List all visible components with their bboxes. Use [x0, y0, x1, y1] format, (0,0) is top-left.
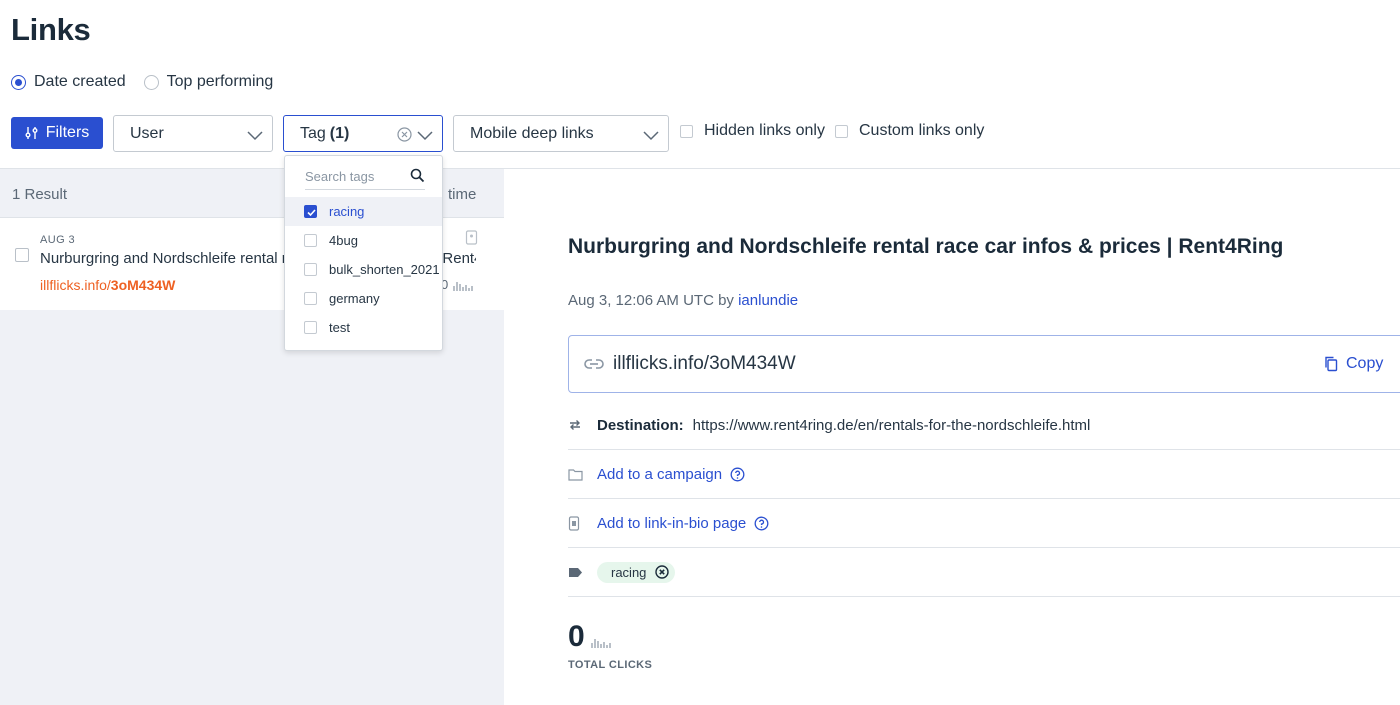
- checkbox-icon: [304, 321, 317, 334]
- filters-label: Filters: [45, 124, 90, 141]
- tag-option-label: racing: [329, 204, 365, 219]
- link-created-date: Aug 3, 12:06 AM UTC by: [568, 292, 739, 309]
- sort-date-created-label: Date created: [34, 73, 126, 90]
- short-link-box: illflicks.info/3oM434W Copy: [568, 335, 1400, 393]
- radio-unselected-icon: [143, 74, 159, 90]
- tag-search: [305, 164, 425, 190]
- copy-button[interactable]: Copy: [1324, 355, 1383, 373]
- tag-option-label: germany: [329, 291, 380, 306]
- bar-chart-icon: [453, 281, 473, 291]
- radio-selected-icon: [11, 74, 26, 90]
- total-clicks-value: 0: [568, 620, 612, 654]
- clear-circle-icon[interactable]: [397, 127, 412, 142]
- mobile-deep-links-select[interactable]: Mobile deep links: [453, 115, 669, 152]
- remove-tag-icon[interactable]: [655, 565, 670, 579]
- help-icon[interactable]: [730, 467, 745, 482]
- add-to-campaign-link[interactable]: Add to a campaign: [597, 466, 722, 483]
- chevron-down-icon: [247, 131, 263, 141]
- sliders-icon: [25, 127, 38, 139]
- tags-row: racing: [568, 548, 1400, 597]
- redirect-arrows-icon: [570, 420, 580, 430]
- folder-icon: [568, 468, 583, 481]
- custom-links-checkbox[interactable]: Custom links only: [835, 122, 984, 140]
- checkbox-icon: [304, 292, 317, 305]
- user-select[interactable]: User: [113, 115, 273, 152]
- copy-icon: [1325, 356, 1338, 372]
- row-url-slug: 3oM434W: [110, 277, 176, 293]
- user-select-label: User: [130, 124, 164, 142]
- chevron-down-icon: [643, 131, 659, 141]
- checkbox-icon: [304, 234, 317, 247]
- link-in-bio-icon: [465, 230, 478, 245]
- row-checkbox[interactable]: [15, 248, 29, 262]
- tag-option-label: test: [329, 320, 350, 335]
- add-to-link-in-bio-link[interactable]: Add to link-in-bio page: [597, 515, 746, 532]
- tag-select-label: Tag: [300, 124, 326, 142]
- filters-button[interactable]: Filters: [11, 117, 103, 149]
- checkbox-icon: [680, 124, 693, 138]
- checkbox-icon: [835, 124, 848, 138]
- sort-top-performing-label: Top performing: [166, 73, 274, 90]
- hidden-links-label: Hidden links only: [704, 122, 825, 139]
- checkbox-icon: [304, 263, 317, 276]
- tag-search-input[interactable]: [305, 169, 405, 184]
- page-title: Links: [11, 12, 91, 47]
- campaign-row: Add to a campaign: [568, 450, 1400, 499]
- tag-dropdown: racing 4bug bulk_shorten_2021 germany te…: [284, 155, 443, 351]
- link-in-bio-row: Add to link-in-bio page: [568, 499, 1400, 548]
- row-short-url[interactable]: illflicks.info/3oM434W: [40, 277, 175, 293]
- mobile-page-icon: [568, 515, 580, 531]
- tag-option-test[interactable]: test: [285, 313, 442, 342]
- link-owner-link[interactable]: ianlundie: [738, 292, 798, 309]
- short-link-text[interactable]: illflicks.info/3oM434W: [613, 353, 796, 375]
- mobile-deep-links-label: Mobile deep links: [470, 124, 594, 142]
- destination-label: Destination:: [597, 416, 684, 434]
- tag-option-label: 4bug: [329, 233, 358, 248]
- results-sort-label[interactable]: time: [448, 186, 476, 203]
- row-date: AUG 3: [40, 234, 76, 246]
- total-clicks-number: 0: [568, 620, 585, 653]
- sort-date-created-radio[interactable]: Date created: [11, 73, 126, 91]
- tag-pill-racing: racing: [597, 561, 676, 583]
- sort-options: Date created Top performing: [11, 73, 291, 91]
- sort-top-performing-radio[interactable]: Top performing: [143, 73, 274, 91]
- hidden-links-checkbox[interactable]: Hidden links only: [680, 122, 825, 140]
- chevron-down-icon: [417, 131, 433, 141]
- help-icon[interactable]: [754, 516, 769, 531]
- custom-links-label: Custom links only: [859, 122, 985, 139]
- total-clicks-label: TOTAL CLICKS: [568, 659, 653, 671]
- tag-select[interactable]: Tag (1): [283, 115, 443, 152]
- destination-url[interactable]: https://www.rent4ring.de/en/rentals-for-…: [693, 417, 1091, 434]
- link-detail-meta: Aug 3, 12:06 AM UTC by ianlundie: [568, 292, 798, 309]
- link-detail-title: Nurburgring and Nordschleife rental race…: [568, 235, 1284, 258]
- destination-row: Destination: https://www.rent4ring.de/en…: [568, 401, 1400, 450]
- tag-option-racing[interactable]: racing: [285, 197, 442, 226]
- tag-icon: [569, 567, 582, 577]
- tag-option-4bug[interactable]: 4bug: [285, 226, 442, 255]
- copy-label: Copy: [1346, 355, 1384, 372]
- tag-option-label: bulk_shorten_2021: [329, 262, 440, 277]
- checkbox-checked-icon: [304, 205, 317, 218]
- bar-chart-icon: [591, 639, 611, 648]
- tag-option-bulk-shorten[interactable]: bulk_shorten_2021: [285, 255, 442, 284]
- tag-pill-label: racing: [611, 564, 647, 580]
- results-count: 1 Result: [12, 186, 68, 203]
- row-clicks: 0: [441, 277, 474, 292]
- tag-select-count: (1): [329, 124, 350, 142]
- tag-option-germany[interactable]: germany: [285, 284, 442, 313]
- link-icon: [584, 359, 604, 369]
- search-icon: [410, 168, 425, 183]
- row-url-domain: illflicks.info/: [40, 277, 111, 293]
